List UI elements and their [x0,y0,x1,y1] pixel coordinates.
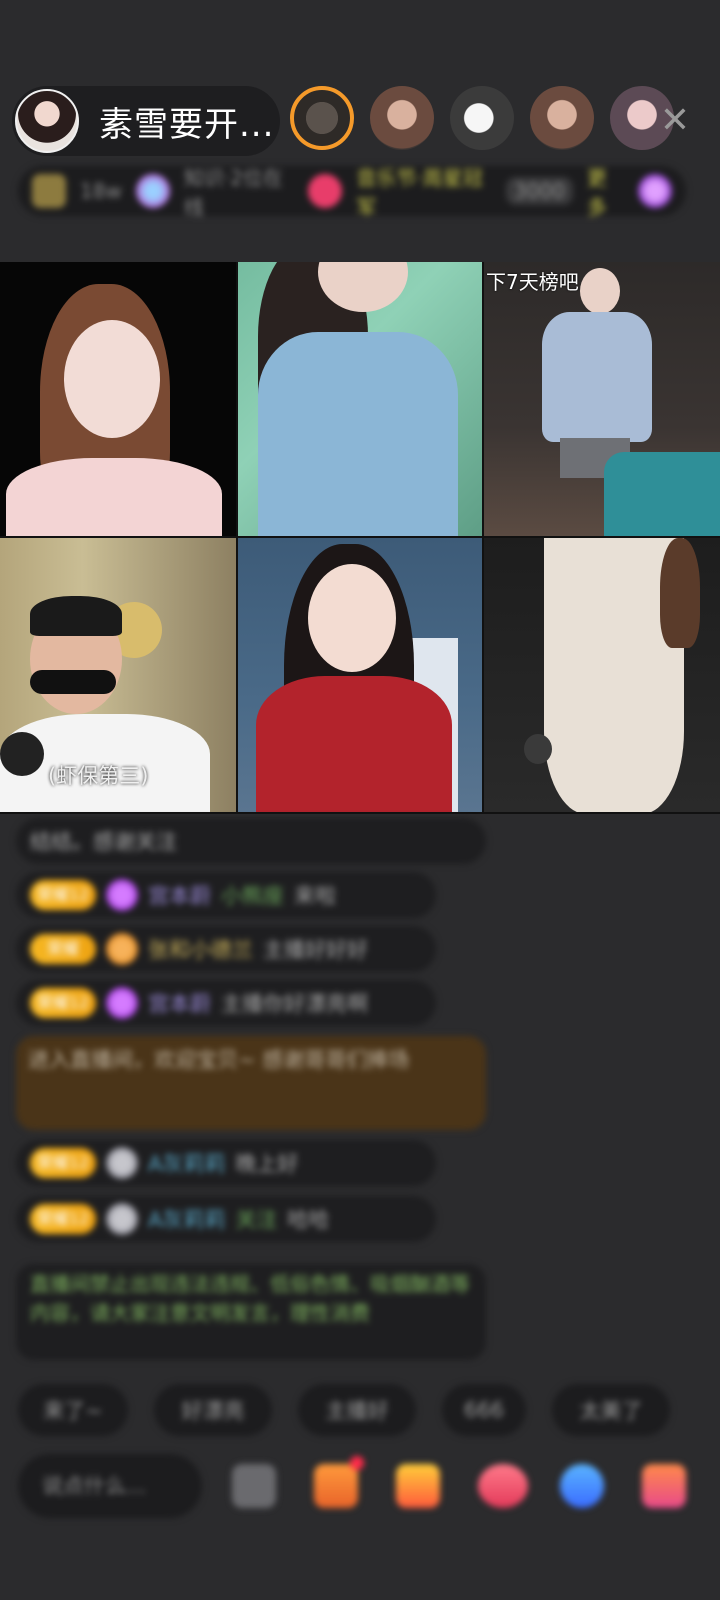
live-info-bar[interactable]: 18w 知识·2位在线 音乐节·周星冠军 3000 更多 [18,166,686,219]
audience-avatar[interactable] [530,86,594,150]
message-text: 主播好好好 [263,938,368,962]
fan-badge-icon [106,933,138,965]
fan-badge-icon [106,1203,138,1235]
chat-message[interactable]: 荣耀12 宫本蔚 小熊座 来啦 [16,872,436,918]
chat-message[interactable]: 荣耀12 A灰莉莉 关注 哈哈 [16,1196,436,1242]
video-tile[interactable] [238,538,482,812]
video-tile[interactable] [484,538,720,812]
username[interactable]: A灰莉莉 [148,1148,225,1178]
hot-icon [32,174,66,208]
info-item[interactable]: 更多 [587,162,624,220]
info-item[interactable]: 音乐节·周星冠军 [356,162,492,220]
notification-dot [350,1456,364,1470]
message-text: 晚上好 [235,1152,299,1176]
emoji-icon[interactable] [232,1464,276,1508]
chat-message[interactable]: 荣耀 张和小德兰 主播好好好 [16,926,436,972]
video-tile[interactable] [238,262,482,536]
message-text: 主播你好漂亮啊 [221,992,368,1016]
message-text: 结结。感谢关注 [30,830,177,854]
quick-reply-chip[interactable]: 666 [442,1384,526,1436]
gift-icon[interactable] [638,174,672,208]
audience-avatars [290,86,674,150]
category-icon [135,174,170,208]
host-info-pill[interactable]: 素雪要开... [12,86,280,156]
quick-reply-chip[interactable]: 主播好 [298,1384,416,1436]
message-text: 哈哈 [287,1208,330,1232]
chat-message[interactable]: 结结。感谢关注 [16,818,486,864]
level-badge: 荣耀12 [30,880,96,910]
message-extra: 小熊座 [221,884,284,908]
audience-avatar[interactable] [450,86,514,150]
level-badge: 荣耀12 [30,1148,96,1178]
info-item: 18w [80,179,122,203]
quick-reply-chip[interactable]: 好漂亮 [154,1384,272,1436]
shop-icon[interactable] [314,1464,358,1508]
quick-reply-chip[interactable]: 太美了 [552,1384,670,1436]
share-icon[interactable] [560,1464,604,1508]
video-tile[interactable] [0,262,236,536]
comment-input[interactable]: 说点什么... [18,1454,202,1518]
username[interactable]: 宫本蔚 [148,988,211,1018]
message-extra: 关注 [235,1208,278,1232]
message-text: 来啦 [294,884,336,908]
fan-club-icon[interactable] [478,1464,528,1508]
info-item: 知识·2位在线 [183,166,283,219]
multi-guest-video-grid: 下7天榜吧 (虾保第三) [0,262,720,814]
tile-subtitle: (虾保第三) [48,764,149,788]
audience-avatar[interactable] [370,86,434,150]
quick-reply-chip[interactable]: 来了~ [18,1384,128,1436]
username[interactable]: 张和小德兰 [148,934,253,964]
username[interactable]: 宫本蔚 [148,880,211,910]
video-tile[interactable]: 下7天榜吧 [484,262,720,536]
level-badge: 荣耀12 [30,988,96,1018]
gift-icon[interactable] [396,1464,440,1508]
chat-message[interactable]: 荣耀12 宫本蔚 主播你好漂亮啊 [16,980,436,1026]
level-badge: 荣耀 [30,934,96,964]
diamond-icon [106,987,138,1019]
fan-badge-icon [106,1147,138,1179]
bottom-action-bar: 说点什么... [18,1454,718,1518]
host-name: 素雪要开... [99,104,275,145]
tile-caption: 下7天榜吧 [486,270,579,294]
chat-message[interactable]: 荣耀12 A灰莉莉 晚上好 [16,1140,436,1186]
close-icon[interactable]: ✕ [650,96,700,146]
system-notice: 直播间禁止出现违法违规、低俗色情、吸烟酗酒等内容，请大家注意文明发言，理性消费 [16,1264,486,1360]
level-badge: 荣耀12 [30,1204,96,1234]
diamond-icon [106,879,138,911]
host-avatar[interactable] [15,89,79,153]
rank-icon [308,174,343,208]
video-tile[interactable]: (虾保第三) [0,538,236,812]
quick-reply-bar: 来了~ 好漂亮 主播好 666 太美了 [18,1384,670,1436]
username[interactable]: A灰莉莉 [148,1204,225,1234]
highlight-message[interactable]: 进入直播间，欢迎宝贝~ 感谢哥哥们捧场 [16,1036,486,1130]
more-icon[interactable] [642,1464,686,1508]
audience-avatar[interactable] [290,86,354,150]
info-item: 3000 [506,177,573,205]
